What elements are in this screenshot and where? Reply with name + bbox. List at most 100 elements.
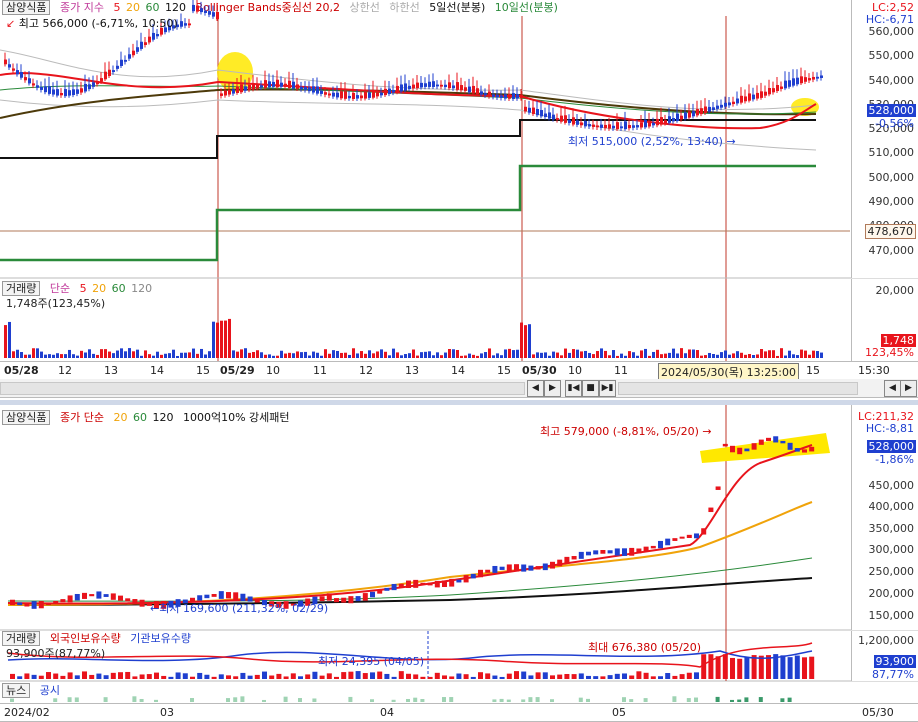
candle xyxy=(196,5,199,12)
volume-bar xyxy=(380,349,383,358)
volume-bar xyxy=(780,655,786,679)
volume-bar xyxy=(216,322,219,358)
volume-bar xyxy=(326,673,332,679)
candle xyxy=(542,563,548,571)
volume-bar xyxy=(788,350,791,358)
volume-current-tag: 93,900 xyxy=(873,655,916,668)
stock-name[interactable]: 삼양식품 xyxy=(2,410,51,425)
date-label: 04 xyxy=(380,706,394,719)
ma-label[interactable]: 종가 단순 xyxy=(60,411,104,424)
time-label: 15 xyxy=(497,364,511,377)
volume-bar xyxy=(334,676,339,679)
volume-bar xyxy=(476,355,479,358)
zoom-track[interactable] xyxy=(618,382,858,395)
volume-bar xyxy=(586,675,591,679)
volume-bar xyxy=(532,354,535,358)
intraday-price-axis[interactable]: LC:2,52 HC:-6,71 560,000 550,000 540,000… xyxy=(851,0,918,278)
volume-bar xyxy=(128,348,131,358)
intraday-chart-pane[interactable]: 삼양식품 종가 지수 5 20 60 120 Bollinger Bands중심… xyxy=(0,0,918,400)
candle xyxy=(377,590,383,594)
price-tick: 490,000 xyxy=(868,195,915,208)
candle xyxy=(204,10,207,13)
candle xyxy=(499,566,505,570)
volume-bar xyxy=(60,354,63,358)
candle xyxy=(736,98,739,104)
volume-bar xyxy=(792,354,795,358)
volume-bar xyxy=(262,671,267,679)
news-label[interactable]: 뉴스 xyxy=(2,683,31,698)
candle xyxy=(629,547,635,556)
volume-bar xyxy=(304,351,307,358)
institution-holding-label[interactable]: 기관보유수량 xyxy=(130,632,191,645)
candle xyxy=(679,536,685,539)
daily-high-annotation: 최고 579,000 (-8,81%, 05/20) → xyxy=(540,425,712,438)
candle xyxy=(472,85,475,94)
news-marker xyxy=(74,697,79,702)
jump-end-button[interactable]: ▶▮ xyxy=(599,380,616,397)
daily-volume-axis[interactable]: 1,200,000 93,900 87,77% xyxy=(851,631,918,681)
candle xyxy=(456,82,459,90)
volume-bar xyxy=(564,348,567,358)
notice-label[interactable]: 공시 xyxy=(40,684,60,697)
news-marker xyxy=(787,697,792,702)
volume-bar xyxy=(820,352,823,358)
candle xyxy=(720,104,723,108)
volume-bar xyxy=(756,354,759,358)
candle xyxy=(341,597,347,603)
volume-bar xyxy=(68,349,71,358)
current-price-tag: 528,000 xyxy=(866,104,916,117)
foreign-holding-label[interactable]: 외국인보유수량 xyxy=(50,632,121,645)
volume-bar xyxy=(38,675,44,679)
volume-bar xyxy=(716,354,719,358)
candle xyxy=(16,70,19,75)
candle xyxy=(802,449,807,453)
volume-bar xyxy=(406,673,411,679)
candle xyxy=(352,92,355,100)
zoom-out-button[interactable]: ◀ xyxy=(884,380,901,397)
jump-start-button[interactable]: ▮◀ xyxy=(565,380,582,397)
volume-label[interactable]: 거래량 xyxy=(2,281,41,296)
stop-button[interactable]: ■ xyxy=(582,380,599,397)
intraday-volume-axis[interactable]: 20,000 1,748 123,45% xyxy=(851,279,918,362)
candle xyxy=(584,121,587,127)
daily-chart-pane[interactable]: 삼양식품 종가 단순 20 60 120 1000억10% 강세패턴 최고 57… xyxy=(0,405,918,722)
ma5-line xyxy=(7,444,813,605)
volume-bar xyxy=(276,673,282,679)
candle xyxy=(506,564,512,572)
volume-bar xyxy=(218,674,224,679)
intraday-chart-canvas[interactable] xyxy=(0,0,918,400)
volume-bar xyxy=(336,350,339,358)
volume-value: 1,748주(123,45%) xyxy=(6,297,106,310)
candle xyxy=(520,94,523,99)
volume-bar xyxy=(140,355,143,358)
volume-bar xyxy=(377,671,383,679)
volume-bar xyxy=(508,348,511,358)
candle xyxy=(200,8,203,13)
volume-bar xyxy=(593,676,599,679)
price-tick: 510,000 xyxy=(868,146,915,159)
intraday-time-axis[interactable]: 05/28 12 13 14 15 05/29 10 11 12 13 14 1… xyxy=(0,361,918,381)
zoom-in-button[interactable]: ▶ xyxy=(900,380,917,397)
daily-price-axis[interactable]: LC:211,32 HC:-8,81 528,000 -1,86% 450,00… xyxy=(851,405,918,630)
candle xyxy=(740,95,743,103)
volume-bar xyxy=(629,675,635,679)
volume-bar xyxy=(272,355,275,358)
volume-bar xyxy=(804,350,807,358)
news-marker xyxy=(442,697,446,702)
scrollbar-track[interactable] xyxy=(0,382,525,395)
volume-label[interactable]: 거래량 xyxy=(2,631,41,646)
news-marker xyxy=(240,696,245,702)
candle xyxy=(288,80,291,89)
volume-bar xyxy=(320,355,323,358)
volume-bar xyxy=(776,355,779,358)
daily-chart-canvas[interactable] xyxy=(0,405,918,721)
daily-date-axis[interactable]: 2024/02 03 04 05 05/30 xyxy=(0,703,918,722)
news-marker xyxy=(10,698,14,702)
candle xyxy=(17,602,23,606)
pattern-label[interactable]: 1000억10% 강세패턴 xyxy=(183,411,290,424)
scroll-right-button[interactable]: ▶ xyxy=(544,380,561,397)
volume-bar xyxy=(800,349,803,358)
volume-bar xyxy=(312,351,315,358)
candle xyxy=(744,448,750,452)
scroll-left-button[interactable]: ◀ xyxy=(527,380,544,397)
